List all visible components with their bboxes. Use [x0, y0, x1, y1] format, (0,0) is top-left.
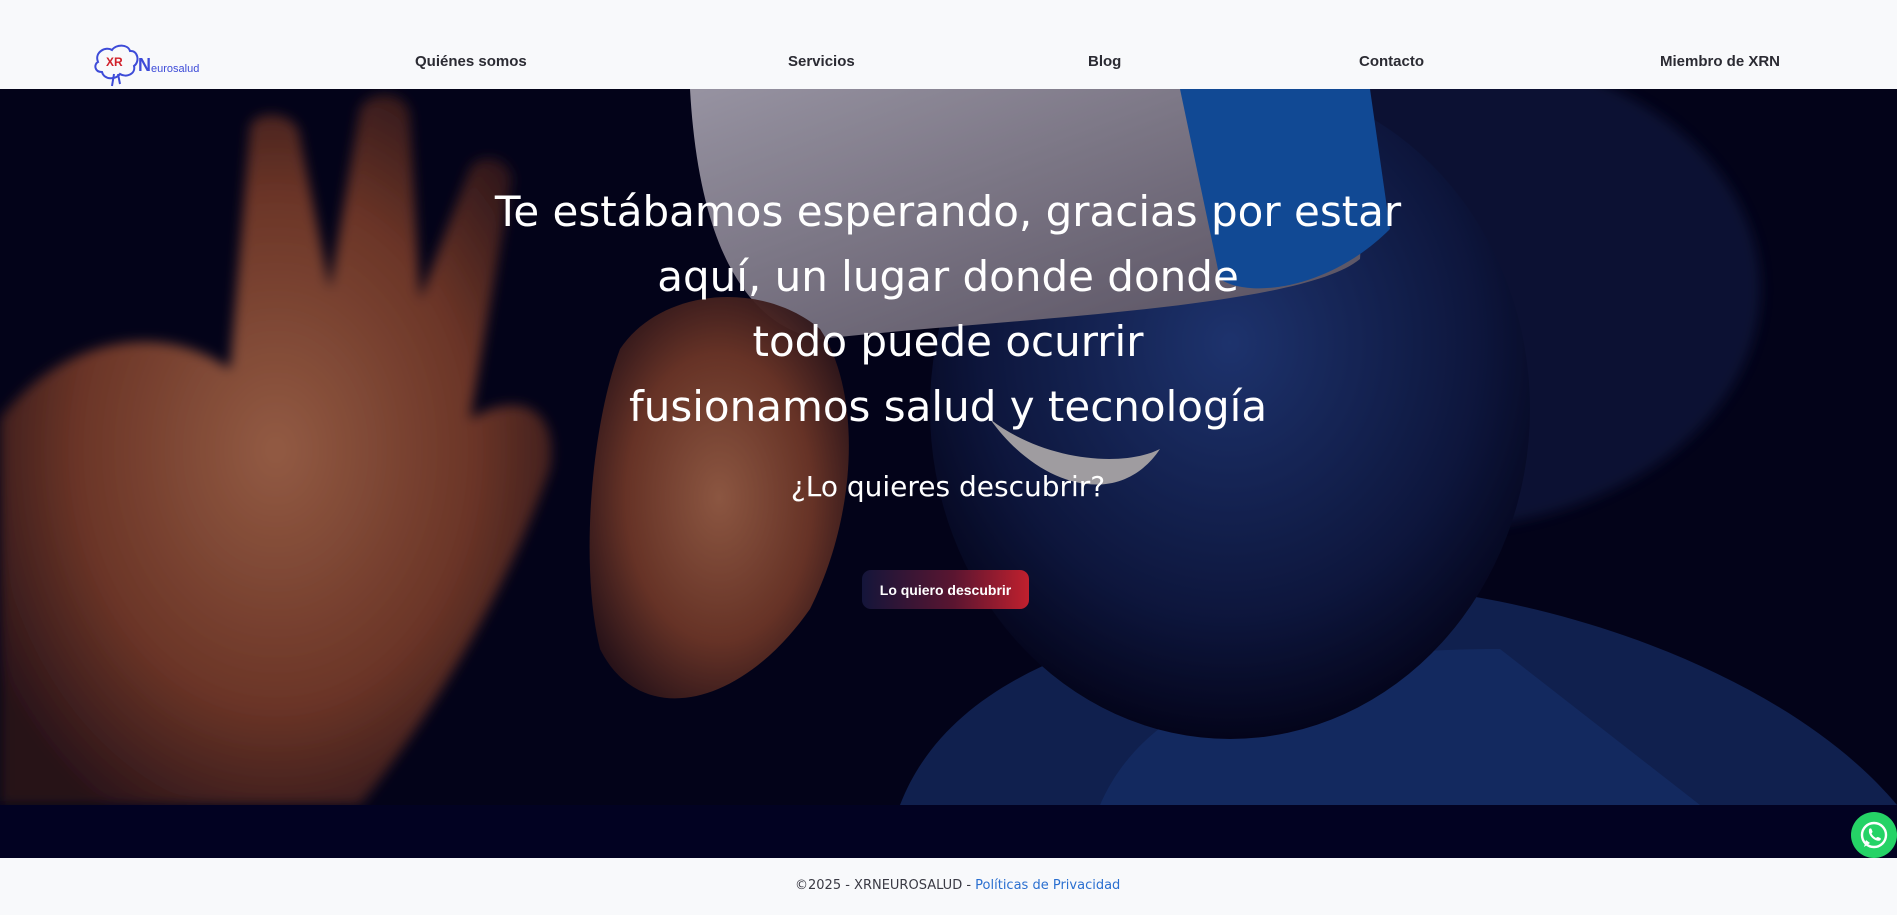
hero-title-line: fusionamos salud y tecnología	[628, 382, 1268, 431]
hero-title: Te estábamos esperando, gracias por esta…	[448, 179, 1448, 439]
hero-title-line: todo puede ocurrir	[752, 317, 1144, 366]
whatsapp-icon	[1860, 821, 1888, 849]
logo-rest-text: eurosalud	[151, 63, 199, 75]
site-header: XR N eurosalud Quiénes somos Servicios B…	[0, 0, 1897, 89]
copyright-text: ©2025 - XRNEUROSALUD -	[795, 878, 976, 893]
footer-text: ©2025 - XRNEUROSALUD - Políticas de Priv…	[795, 878, 1120, 893]
discover-button[interactable]: Lo quiero descubrir	[862, 570, 1029, 609]
logo-n-text: N	[138, 55, 151, 75]
whatsapp-button[interactable]	[1851, 812, 1897, 858]
privacy-policy-link[interactable]: Políticas de Privacidad	[975, 878, 1120, 893]
dark-band	[0, 805, 1897, 858]
nav-quienes-somos[interactable]: Quiénes somos	[415, 53, 527, 70]
hero-title-line: Te estábamos esperando, gracias por esta…	[494, 187, 1402, 236]
nav-miembro-xrn[interactable]: Miembro de XRN	[1660, 53, 1780, 70]
hero-title-line: aquí, un lugar donde donde	[657, 252, 1239, 301]
site-footer: ©2025 - XRNEUROSALUD - Políticas de Priv…	[0, 858, 1897, 915]
logo-xr-text: XR	[106, 55, 123, 69]
hero-subtitle: ¿Lo quieres descubrir?	[790, 470, 1106, 503]
hero-section: Te estábamos esperando, gracias por esta…	[0, 89, 1897, 805]
nav-blog[interactable]: Blog	[1088, 53, 1121, 70]
hero-content: Te estábamos esperando, gracias por esta…	[0, 89, 1897, 805]
nav-contacto[interactable]: Contacto	[1359, 53, 1424, 70]
nav-servicios[interactable]: Servicios	[788, 53, 855, 70]
brand-logo[interactable]: XR N eurosalud	[92, 42, 202, 90]
